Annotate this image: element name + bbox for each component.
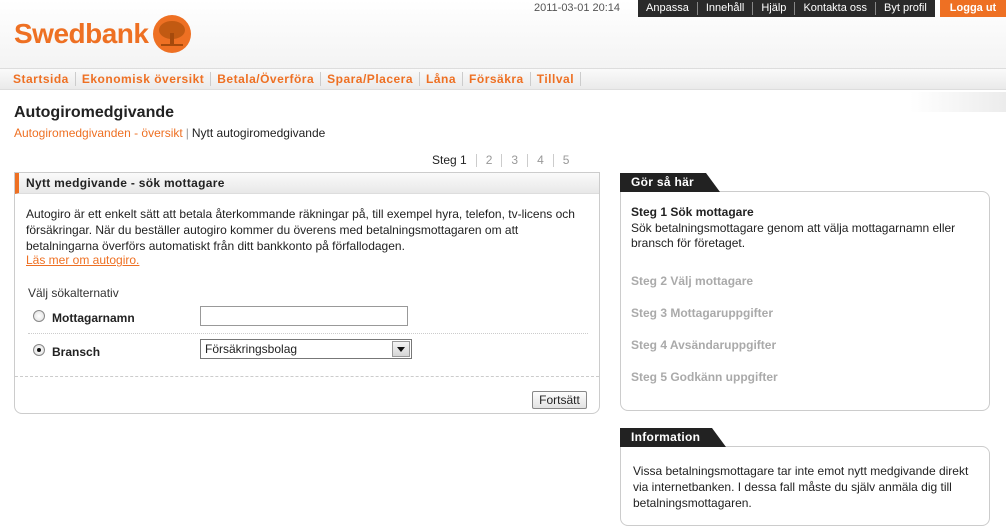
radio-mottagarnamn[interactable] <box>33 310 45 322</box>
swedbank-logo[interactable]: Swedbank <box>14 14 192 54</box>
step-2: 2 <box>477 154 503 167</box>
chevron-down-icon[interactable] <box>392 341 410 357</box>
howto-heading: Gör så här <box>620 173 721 192</box>
nav-item-lana[interactable]: Låna <box>420 72 464 86</box>
radio-bransch[interactable] <box>33 344 45 356</box>
branch-select-value: Försäkringsbolag <box>205 342 298 356</box>
information-text: Vissa betalningsmottagare tar inte emot … <box>633 464 969 510</box>
step-3: 3 <box>502 154 529 167</box>
breadcrumb: Autogiromedgivanden - översikt | Nytt auto… <box>14 126 325 140</box>
howto-step2: Steg 2 Välj mottagare <box>631 274 754 288</box>
option-label-name: Mottagarnamn <box>52 311 135 325</box>
read-more-link[interactable]: Läs mer om autogiro. <box>26 253 139 267</box>
oak-tree-icon <box>153 15 192 53</box>
page-title: Autogiromedgivande <box>14 104 175 121</box>
information-panel: Information Vissa betalningsmottagare ta… <box>620 428 990 526</box>
howto-step1-title: Steg 1 Sök mottagare <box>631 205 754 219</box>
nav-item-tillval[interactable]: Tillval <box>531 72 582 86</box>
top-link-anpassa[interactable]: Anpassa <box>638 2 698 15</box>
howto-step5: Steg 5 Godkänn uppgifter <box>631 370 778 384</box>
divider <box>15 376 599 377</box>
main-nav: Startsida Ekonomisk översikt Betala/Över… <box>0 68 1006 90</box>
option-row-name: Mottagarnamn <box>28 304 588 334</box>
top-link-hjalp[interactable]: Hjälp <box>753 2 796 15</box>
breadcrumb-link-overview[interactable]: Autogiromedgivanden - översikt <box>14 126 183 140</box>
nav-item-startsida[interactable]: Startsida <box>7 72 76 86</box>
breadcrumb-current: Nytt autogiromedgivande <box>191 126 326 140</box>
decorative-shadow <box>910 92 1006 112</box>
step-5: 5 <box>562 153 570 167</box>
search-recipient-panel: Nytt medgivande - sök mottagare Autogiro… <box>14 172 600 414</box>
step-current: Steg 1 <box>432 154 477 167</box>
top-link-kontakta[interactable]: Kontakta oss <box>795 2 877 15</box>
nav-item-betala[interactable]: Betala/Överföra <box>211 72 322 86</box>
top-link-innehall[interactable]: Innehåll <box>698 2 754 15</box>
session-datetime: 2011-03-01 20:14 <box>534 2 621 14</box>
nav-item-forsakra[interactable]: Försäkra <box>463 72 531 86</box>
information-heading: Information <box>620 428 727 447</box>
howto-step3: Steg 3 Mottagaruppgifter <box>631 306 774 320</box>
howto-step1-desc: Sök betalningsmottagare genom att välja … <box>631 221 956 250</box>
brand-name: Swedbank <box>14 18 149 49</box>
logout-button[interactable]: Logga ut <box>940 0 1006 17</box>
top-utility-nav: Anpassa Innehåll Hjälp Kontakta oss Byt … <box>638 0 935 17</box>
howto-step4: Steg 4 Avsändaruppgifter <box>631 338 777 352</box>
howto-panel: Gör så här Steg 1 Sök mottagare Sök beta… <box>620 173 990 411</box>
top-link-byt-profil[interactable]: Byt profil <box>876 2 935 15</box>
header: Swedbank 2011-03-01 20:14 Anpassa Innehå… <box>0 0 1006 70</box>
step-indicator: Steg 1 2 3 4 5 <box>432 154 578 167</box>
panel-heading: Nytt medgivande - sök mottagare <box>15 173 599 194</box>
recipient-name-input[interactable] <box>200 306 408 326</box>
branch-select[interactable]: Försäkringsbolag <box>200 339 412 359</box>
breadcrumb-separator: | <box>185 126 189 140</box>
nav-item-ekonomisk-oversikt[interactable]: Ekonomisk översikt <box>76 72 212 86</box>
search-option-label: Välj sökalternativ <box>28 286 119 300</box>
nav-item-spara[interactable]: Spara/Placera <box>321 72 421 86</box>
step-4: 4 <box>528 154 554 167</box>
option-label-branch: Bransch <box>52 345 101 359</box>
continue-button[interactable]: Fortsätt <box>532 391 587 409</box>
intro-text: Autogiro är ett enkelt sätt att betala å… <box>26 207 575 253</box>
option-row-branch: Bransch Försäkringsbolag <box>28 338 588 368</box>
